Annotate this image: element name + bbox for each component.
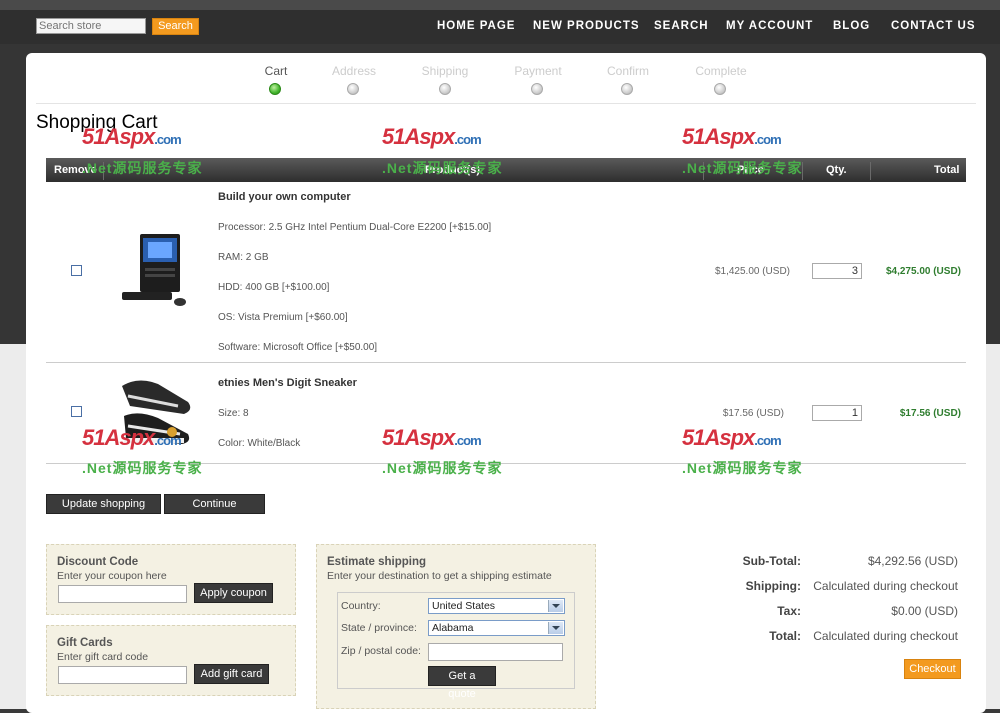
watermark-logo: 51Aspx.com [82,425,182,450]
step-cart-indicator [269,83,281,95]
watermark-tagline: .Net源码服务专家 [682,160,803,176]
watermark-logo: 51Aspx.com [682,124,782,149]
nav-home-page[interactable]: HOME PAGE [437,20,515,32]
product-attribute: Processor: 2.5 GHz Intel Pentium Dual-Co… [218,222,492,233]
watermark-tagline: .Net源码服务专家 [682,460,803,476]
line-total: $17.56 (USD) [899,408,961,419]
product-name[interactable]: Build your own computer [218,191,351,203]
header-qty: Qty. [826,164,847,176]
remove-checkbox[interactable] [71,406,82,417]
step-cart: Cart [264,64,288,78]
discount-title: Discount Code [57,556,139,568]
chevron-down-icon[interactable] [548,622,563,634]
subtotal-label: Sub-Total: [742,554,801,568]
step-shipping-indicator [439,83,451,95]
step-payment: Payment [514,64,562,78]
nav-search[interactable]: SEARCH [654,20,709,32]
unit-price: $17.56 (USD) [722,408,784,419]
watermark-tagline: .Net源码服务专家 [382,160,503,176]
country-label: Country: [341,600,381,612]
watermark-logo: 51Aspx.com [382,425,482,450]
steps-divider [36,103,976,104]
nav-new-products[interactable]: NEW PRODUCTS [533,20,640,32]
checkout-button[interactable]: Checkout [904,659,961,679]
step-address-indicator [347,83,359,95]
product-attribute: RAM: 2 GB [218,252,269,263]
zip-label: Zip / postal code: [341,645,421,657]
step-confirm-indicator [621,83,633,95]
step-complete-indicator [714,83,726,95]
shipping-hint: Enter your destination to get a shipping… [327,570,552,582]
gift-card-title: Gift Cards [57,637,113,649]
discount-hint: Enter your coupon here [57,570,167,582]
shipping-value: Calculated during checkout [813,579,958,593]
step-confirm: Confirm [606,64,649,78]
get-quote-button[interactable]: Get a quote [428,666,496,700]
country-select[interactable]: United States [428,598,565,614]
product-attribute: Color: White/Black [218,438,301,449]
apply-coupon-button[interactable]: Apply coupon [194,583,273,603]
product-attribute: Size: 8 [218,408,249,419]
step-payment-indicator [531,83,543,95]
header-divider [870,162,871,180]
watermark-logo: 51Aspx.com [82,124,182,149]
gift-card-hint: Enter gift card code [57,651,149,663]
zip-input[interactable] [428,643,563,661]
subtotal-value: $4,292.56 (USD) [867,554,958,568]
watermark-tagline: .Net源码服务专家 [82,460,203,476]
total-value: Calculated during checkout [813,629,958,643]
continue-shopping-button[interactable]: Continue shopping [164,494,265,528]
product-attribute: Software: Microsoft Office [+$50.00] [218,342,378,353]
watermark-tagline: .Net源码服务专家 [382,460,503,476]
unit-price: $1,425.00 (USD) [714,266,790,277]
update-cart-button[interactable]: Update shopping cart [46,494,161,528]
row-divider [46,362,966,363]
step-complete: Complete [695,64,747,78]
shipping-label: Shipping: [745,579,801,593]
step-address: Address [331,64,377,78]
nav-my-account[interactable]: MY ACCOUNT [726,20,813,32]
watermark-tagline: .Net源码服务专家 [82,160,203,176]
state-label: State / province: [341,622,417,634]
state-select[interactable]: Alabama [428,620,565,636]
product-attribute: OS: Vista Premium [+$60.00] [218,312,348,323]
computer-product-image[interactable] [118,232,190,310]
total-label: Total: [769,629,801,643]
watermark-logo: 51Aspx.com [382,124,482,149]
watermark-logo: 51Aspx.com [682,425,782,450]
coupon-input[interactable] [58,585,187,603]
product-name[interactable]: etnies Men's Digit Sneaker [218,377,357,389]
shipping-title: Estimate shipping [327,556,427,568]
add-gift-card-button[interactable]: Add gift card [194,664,269,684]
nav-contact-us[interactable]: CONTACT US [891,20,976,32]
product-attribute: HDD: 400 GB [+$100.00] [218,282,330,293]
remove-checkbox[interactable] [71,265,82,276]
search-input[interactable] [36,18,146,34]
gift-card-input[interactable] [58,666,187,684]
chevron-down-icon[interactable] [548,600,563,612]
state-value: Alabama [432,622,474,634]
step-shipping: Shipping [421,64,469,78]
top-strip [0,0,1000,10]
line-total: $4,275.00 (USD) [885,266,961,277]
search-button[interactable]: Search [152,18,199,35]
tax-label: Tax: [777,604,801,618]
country-value: United States [432,600,496,612]
nav-blog[interactable]: BLOG [833,20,870,32]
header-total: Total [934,164,960,176]
tax-value: $0.00 (USD) [891,604,958,618]
